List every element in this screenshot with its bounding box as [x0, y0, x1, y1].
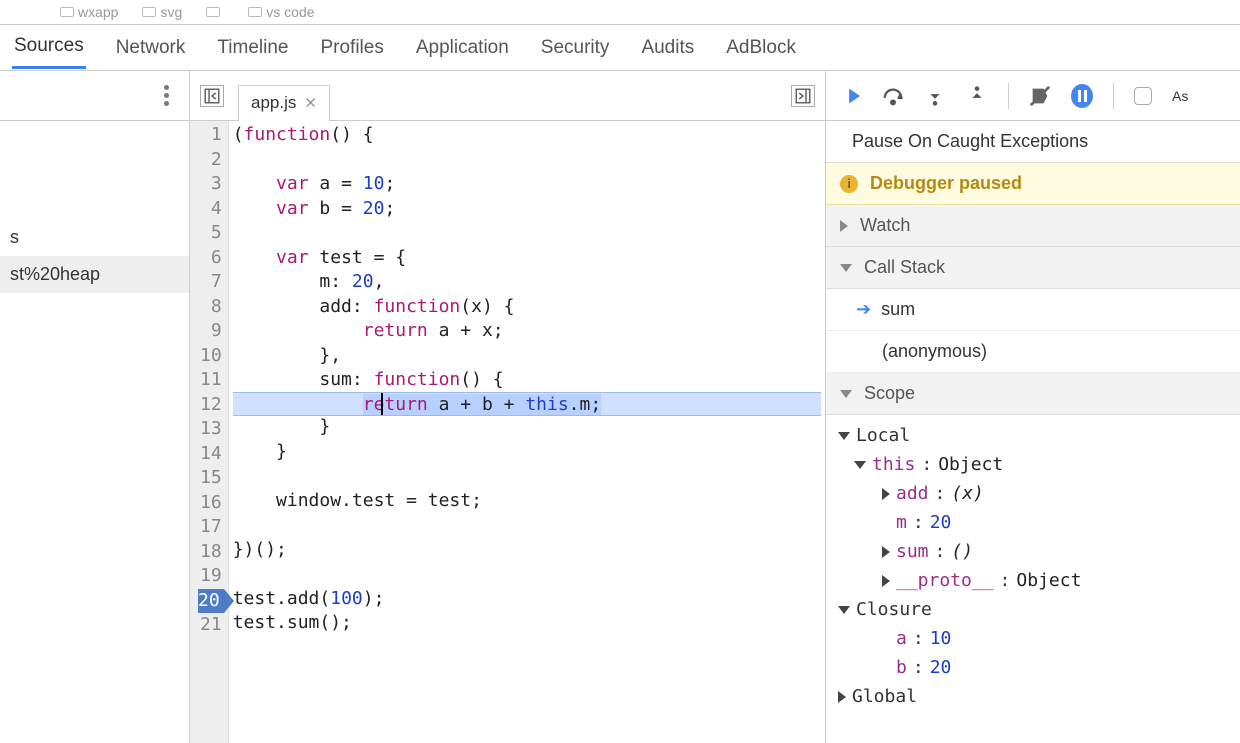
folder-wxapp[interactable]: wxapp — [60, 4, 118, 20]
code-lines[interactable]: (function() { var a = 10; var b = 20; va… — [229, 121, 825, 743]
line-gutter[interactable]: 123456789101112131415161718192021 — [190, 121, 229, 743]
toggle-drawer-icon[interactable] — [791, 85, 815, 107]
tab-profiles[interactable]: Profiles — [318, 28, 385, 68]
callstack-item[interactable]: (anonymous) — [826, 331, 1240, 373]
watch-pane-head[interactable]: Watch — [826, 205, 1240, 247]
scope-property[interactable]: sum: () — [882, 537, 1228, 566]
bookmark-strip: wxapp svg vs code — [0, 0, 1240, 25]
chevron-right-icon — [882, 575, 890, 587]
scope-global[interactable]: Global — [838, 682, 1228, 711]
pause-on-exceptions-icon[interactable] — [1071, 85, 1093, 107]
callstack-item[interactable]: ➔ sum — [826, 289, 1240, 331]
scope-closure[interactable]: Closure — [838, 595, 1228, 624]
scope-property[interactable]: b: 20 — [882, 653, 1228, 682]
close-icon[interactable]: ✕ — [304, 94, 317, 112]
scope-local[interactable]: Local — [838, 421, 1228, 450]
scope-property[interactable]: a: 10 — [882, 624, 1228, 653]
scope-tree[interactable]: Local this: Object add: (x)m: 20sum: ()_… — [826, 415, 1240, 721]
chevron-down-icon — [838, 432, 850, 440]
scope-property[interactable]: m: 20 — [882, 508, 1228, 537]
devtools-tabs: Sources Network Timeline Profiles Applic… — [0, 25, 1240, 71]
tab-sources[interactable]: Sources — [12, 26, 86, 69]
code-editor-panel: app.js ✕ 1234567891011121314151617181920… — [190, 71, 826, 743]
chevron-down-icon — [838, 606, 850, 614]
debugger-panel: As Pause On Caught Exceptions i Debugger… — [826, 71, 1240, 743]
tab-audits[interactable]: Audits — [639, 28, 696, 68]
code-area[interactable]: 123456789101112131415161718192021 (funct… — [190, 121, 825, 743]
navigator-item[interactable]: st%20heap — [0, 256, 189, 293]
tab-security[interactable]: Security — [539, 28, 612, 68]
pause-caught-row[interactable]: Pause On Caught Exceptions — [826, 121, 1240, 163]
scope-property[interactable]: __proto__: Object — [882, 566, 1228, 595]
chevron-right-icon — [882, 488, 890, 500]
step-out-icon[interactable] — [966, 85, 988, 107]
editor-file-name: app.js — [251, 93, 296, 113]
tab-adblock[interactable]: AdBlock — [724, 28, 798, 68]
navigator-panel: s st%20heap — [0, 71, 190, 743]
chevron-right-icon — [882, 546, 890, 558]
deactivate-breakpoints-icon[interactable] — [1029, 85, 1051, 107]
more-icon[interactable] — [164, 85, 169, 106]
chevron-down-icon — [840, 264, 852, 272]
info-icon: i — [840, 175, 858, 193]
folder-vscode[interactable]: vs code — [248, 4, 314, 20]
folder-svg[interactable]: svg — [142, 4, 182, 20]
async-checkbox[interactable] — [1134, 87, 1152, 105]
folder-3[interactable] — [206, 7, 224, 17]
current-frame-icon: ➔ — [856, 299, 871, 320]
step-into-icon[interactable] — [924, 85, 946, 107]
chevron-right-icon — [838, 691, 846, 703]
async-label: As — [1172, 88, 1188, 104]
callstack-pane-head[interactable]: Call Stack — [826, 247, 1240, 289]
chevron-down-icon — [840, 390, 852, 398]
scope-property[interactable]: add: (x) — [882, 479, 1228, 508]
chevron-right-icon — [840, 220, 848, 232]
navigator-item[interactable]: s — [0, 219, 189, 256]
tab-timeline[interactable]: Timeline — [215, 28, 290, 68]
scope-pane-head[interactable]: Scope — [826, 373, 1240, 415]
resume-icon[interactable] — [840, 85, 862, 107]
history-back-icon[interactable] — [200, 85, 224, 107]
tab-application[interactable]: Application — [414, 28, 511, 68]
pause-caught-label: Pause On Caught Exceptions — [852, 131, 1088, 152]
editor-file-tab[interactable]: app.js ✕ — [238, 85, 330, 121]
tab-network[interactable]: Network — [114, 28, 188, 68]
debug-toolbar: As — [826, 71, 1240, 121]
chevron-down-icon — [854, 461, 866, 469]
debugger-paused-banner: i Debugger paused — [826, 163, 1240, 205]
step-over-icon[interactable] — [882, 85, 904, 107]
scope-this[interactable]: this: Object — [854, 450, 1228, 479]
